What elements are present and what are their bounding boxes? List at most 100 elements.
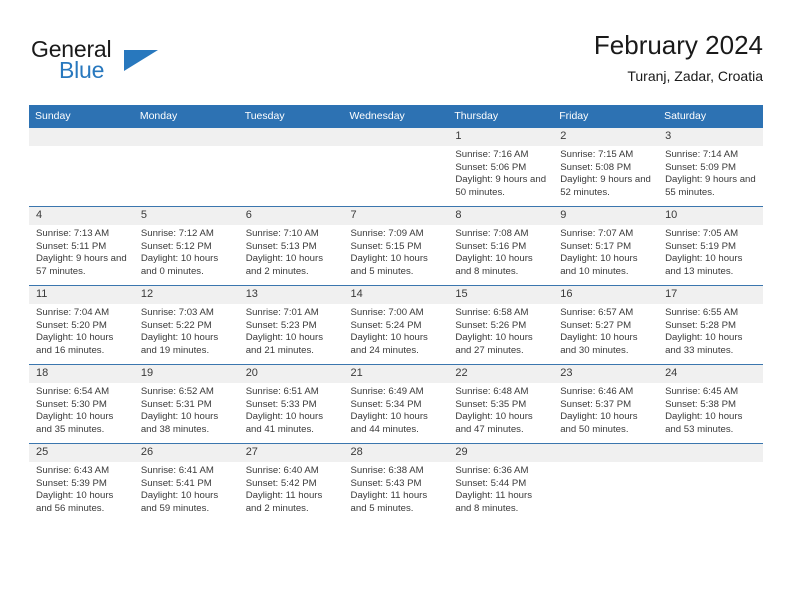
- day-details: Sunrise: 6:45 AM Sunset: 5:38 PM Daylight:…: [658, 383, 763, 436]
- daylight-text: Daylight: 10 hours and 27 minutes.: [455, 332, 533, 356]
- day-number: 23: [553, 365, 659, 383]
- sunset-text: Sunset: 5:42 PM: [245, 477, 317, 489]
- day-number: 3: [658, 128, 763, 146]
- sunset-text: Sunset: 5:30 PM: [36, 398, 107, 410]
- day-number: 17: [658, 286, 763, 304]
- weekday-header-tuesday: Tuesday: [238, 105, 344, 128]
- weekday-header-sunday: Sunday: [29, 105, 134, 128]
- sunrise-text: Sunrise: 6:57 AM: [560, 307, 634, 318]
- sunrise-text: Sunrise: 6:52 AM: [140, 386, 214, 397]
- calendar-day-cell[interactable]: 10 Sunrise: 7:05 AM Sunset: 5:19 PM Dayligh…: [658, 206, 763, 286]
- calendar-day-cell[interactable]: 16 Sunrise: 6:57 AM Sunset: 5:27 PM Dayligh…: [553, 285, 659, 365]
- day-details: Sunrise: 7:16 AM Sunset: 5:06 PM Daylight:…: [448, 146, 553, 199]
- sunset-text: Sunset: 5:16 PM: [455, 240, 527, 252]
- day-details: Sunrise: 7:13 AM Sunset: 5:11 PM Daylight:…: [29, 225, 134, 278]
- sunrise-text: Sunrise: 7:14 AM: [665, 149, 739, 160]
- calendar-day-cell[interactable]: 5 Sunrise: 7:12 AM Sunset: 5:12 PM Daylight…: [133, 206, 239, 286]
- calendar-day-cell[interactable]: 6 Sunrise: 7:10 AM Sunset: 5:13 PM Daylight…: [238, 206, 344, 286]
- calendar-day-cell[interactable]: 1 Sunrise: 7:16 AM Sunset: 5:06 PM Daylight…: [448, 128, 554, 207]
- calendar-day-cell[interactable]: 23 Sunrise: 6:46 AM Sunset: 5:37 PM Dayligh…: [553, 364, 659, 444]
- calendar-week-row: 1 Sunrise: 7:16 AM Sunset: 5:06 PM Daylight…: [29, 128, 763, 207]
- day-details: Sunrise: 6:57 AM Sunset: 5:27 PM Daylight:…: [553, 304, 658, 357]
- sunset-text: Sunset: 5:28 PM: [665, 319, 736, 331]
- calendar-day-cell[interactable]: 7 Sunrise: 7:09 AM Sunset: 5:15 PM Daylight…: [343, 206, 449, 286]
- daylight-text: Daylight: 10 hours and 44 minutes.: [350, 411, 428, 435]
- daylight-text: Daylight: 10 hours and 33 minutes.: [665, 332, 743, 356]
- sunrise-text: Sunrise: 6:48 AM: [455, 386, 529, 397]
- logo-word-blue: Blue: [59, 57, 105, 83]
- sunset-text: Sunset: 5:27 PM: [560, 319, 632, 331]
- sunset-text: Sunset: 5:12 PM: [140, 240, 212, 252]
- daylight-text: Daylight: 9 hours and 52 minutes.: [560, 174, 651, 198]
- calendar-day-cell[interactable]: 21 Sunrise: 6:49 AM Sunset: 5:34 PM Dayligh…: [343, 364, 449, 444]
- day-number: 9: [553, 207, 659, 225]
- sunset-text: Sunset: 5:34 PM: [350, 398, 422, 410]
- general-blue-logo[interactable]: General Blue: [29, 36, 249, 92]
- weekday-header-saturday: Saturday: [658, 105, 763, 128]
- calendar-day-cell[interactable]: 19 Sunrise: 6:52 AM Sunset: 5:31 PM Dayligh…: [133, 364, 239, 444]
- sunset-text: Sunset: 5:08 PM: [560, 161, 632, 173]
- calendar-day-cell[interactable]: 13 Sunrise: 7:01 AM Sunset: 5:23 PM Dayligh…: [238, 285, 344, 365]
- calendar-header-row-group: Sunday Monday Tuesday Wednesday Thursday…: [29, 105, 763, 128]
- calendar-day-cell[interactable]: 28 Sunrise: 6:38 AM Sunset: 5:43 PM Dayligh…: [343, 443, 449, 522]
- calendar-day-cell[interactable]: 24 Sunrise: 6:45 AM Sunset: 5:38 PM Dayligh…: [658, 364, 763, 444]
- calendar-day-cell[interactable]: 15 Sunrise: 6:58 AM Sunset: 5:26 PM Dayligh…: [448, 285, 554, 365]
- sunrise-text: Sunrise: 7:10 AM: [245, 228, 319, 239]
- calendar-day-cell[interactable]: 9 Sunrise: 7:07 AM Sunset: 5:17 PM Daylight…: [553, 206, 659, 286]
- sunrise-text: Sunrise: 6:38 AM: [350, 465, 424, 476]
- calendar-day-cell[interactable]: 11 Sunrise: 7:04 AM Sunset: 5:20 PM Dayligh…: [29, 285, 134, 365]
- daylight-text: Daylight: 11 hours and 5 minutes.: [350, 490, 428, 514]
- sunrise-text: Sunrise: 7:08 AM: [455, 228, 529, 239]
- calendar-day-cell[interactable]: 2 Sunrise: 7:15 AM Sunset: 5:08 PM Daylight…: [553, 128, 659, 207]
- calendar-day-cell[interactable]: 29 Sunrise: 6:36 AM Sunset: 5:44 PM Dayligh…: [448, 443, 554, 522]
- day-details: Sunrise: 7:10 AM Sunset: 5:13 PM Daylight:…: [239, 225, 344, 278]
- day-number: [553, 444, 659, 462]
- daylight-text: Daylight: 10 hours and 0 minutes.: [140, 253, 219, 277]
- calendar-day-cell[interactable]: 12 Sunrise: 7:03 AM Sunset: 5:22 PM Dayligh…: [133, 285, 239, 365]
- calendar-day-cell[interactable]: 17 Sunrise: 6:55 AM Sunset: 5:28 PM Dayligh…: [658, 285, 763, 365]
- daylight-text: Daylight: 10 hours and 2 minutes.: [245, 253, 324, 277]
- day-details: Sunrise: 6:43 AM Sunset: 5:39 PM Daylight:…: [29, 462, 134, 515]
- sunrise-text: Sunrise: 7:16 AM: [455, 149, 529, 160]
- day-details: Sunrise: 7:14 AM Sunset: 5:09 PM Daylight:…: [658, 146, 763, 199]
- sunset-text: Sunset: 5:35 PM: [455, 398, 527, 410]
- calendar-day-cell[interactable]: 26 Sunrise: 6:41 AM Sunset: 5:41 PM Dayligh…: [133, 443, 239, 522]
- calendar-day-cell[interactable]: 14 Sunrise: 7:00 AM Sunset: 5:24 PM Dayligh…: [343, 285, 449, 365]
- sunrise-text: Sunrise: 6:58 AM: [455, 307, 529, 318]
- sunrise-text: Sunrise: 6:54 AM: [36, 386, 110, 397]
- title-block: February 2024 Turanj, Zadar, Croatia: [594, 28, 763, 86]
- sunrise-text: Sunrise: 7:13 AM: [36, 228, 110, 239]
- daylight-text: Daylight: 10 hours and 16 minutes.: [36, 332, 114, 356]
- day-number: [29, 128, 134, 146]
- sunrise-text: Sunrise: 6:43 AM: [36, 465, 110, 476]
- day-details: Sunrise: 6:52 AM Sunset: 5:31 PM Daylight:…: [134, 383, 239, 436]
- daylight-text: Daylight: 9 hours and 50 minutes.: [455, 174, 547, 198]
- calendar-day-cell[interactable]: 8 Sunrise: 7:08 AM Sunset: 5:16 PM Daylight…: [448, 206, 554, 286]
- calendar-week-row: 4 Sunrise: 7:13 AM Sunset: 5:11 PM Daylight…: [29, 206, 763, 286]
- calendar-day-cell[interactable]: 18 Sunrise: 6:54 AM Sunset: 5:30 PM Dayligh…: [29, 364, 134, 444]
- day-details: Sunrise: 6:40 AM Sunset: 5:42 PM Daylight:…: [239, 462, 344, 515]
- day-number: 18: [29, 365, 134, 383]
- daylight-text: Daylight: 9 hours and 57 minutes.: [36, 253, 127, 277]
- day-number: 11: [29, 286, 134, 304]
- day-details: Sunrise: 7:00 AM Sunset: 5:24 PM Daylight:…: [344, 304, 449, 357]
- sunset-text: Sunset: 5:19 PM: [665, 240, 736, 252]
- day-number: 15: [448, 286, 554, 304]
- sunrise-text: Sunrise: 7:15 AM: [560, 149, 634, 160]
- calendar-day-cell[interactable]: 22 Sunrise: 6:48 AM Sunset: 5:35 PM Dayligh…: [448, 364, 554, 444]
- day-details: Sunrise: 6:49 AM Sunset: 5:34 PM Daylight:…: [344, 383, 449, 436]
- calendar-day-cell[interactable]: 25 Sunrise: 6:43 AM Sunset: 5:39 PM Dayligh…: [29, 443, 134, 522]
- calendar-day-cell[interactable]: 27 Sunrise: 6:40 AM Sunset: 5:42 PM Dayligh…: [238, 443, 344, 522]
- weekday-header-friday: Friday: [553, 105, 659, 128]
- day-number: 7: [343, 207, 449, 225]
- day-details: Sunrise: 6:38 AM Sunset: 5:43 PM Daylight:…: [344, 462, 449, 515]
- day-number: 20: [238, 365, 344, 383]
- day-details: Sunrise: 6:36 AM Sunset: 5:44 PM Daylight:…: [448, 462, 553, 515]
- sunset-text: Sunset: 5:06 PM: [455, 161, 527, 173]
- calendar-day-cell[interactable]: 20 Sunrise: 6:51 AM Sunset: 5:33 PM Dayligh…: [238, 364, 344, 444]
- daylight-text: Daylight: 10 hours and 8 minutes.: [455, 253, 533, 277]
- calendar-day-cell[interactable]: 3 Sunrise: 7:14 AM Sunset: 5:09 PM Daylight…: [658, 128, 763, 207]
- daylight-text: Daylight: 10 hours and 50 minutes.: [560, 411, 638, 435]
- sunrise-text: Sunrise: 7:05 AM: [665, 228, 739, 239]
- calendar-day-cell[interactable]: 4 Sunrise: 7:13 AM Sunset: 5:11 PM Daylight…: [29, 206, 134, 286]
